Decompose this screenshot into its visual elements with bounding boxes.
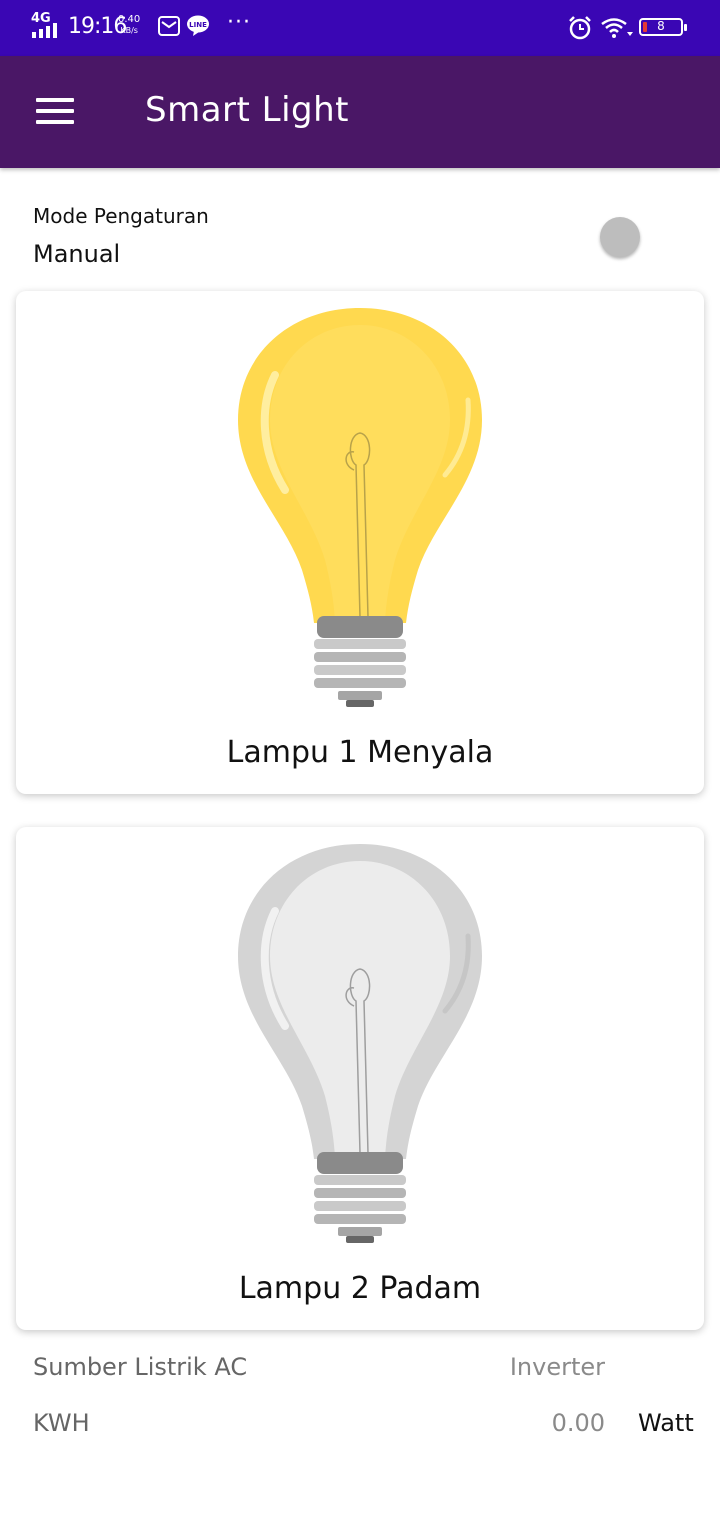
kwh-label: KWH — [33, 1409, 90, 1437]
wifi-icon — [601, 18, 633, 38]
battery-level: 8 — [657, 19, 665, 33]
lamp-1-card[interactable]: Lampu 1 Menyala — [16, 291, 704, 794]
mode-value: Manual — [33, 240, 121, 268]
svg-text:LINE: LINE — [189, 21, 207, 29]
lightbulb-on-icon — [238, 308, 482, 707]
message-icon — [158, 16, 180, 36]
svg-text:4G: 4G — [31, 11, 51, 26]
line-app-icon: LINE — [187, 15, 209, 36]
status-bar: 4G 19:16 0.40 KB/s LINE ··· 8 — [0, 0, 720, 56]
kwh-value: 0.00 — [551, 1409, 605, 1437]
alarm-icon — [569, 16, 591, 40]
app-title: Smart Light — [145, 90, 350, 130]
network-speed: 0.40 KB/s — [118, 14, 140, 36]
hamburger-menu-icon[interactable] — [36, 96, 76, 126]
power-source-value: Inverter — [509, 1353, 605, 1381]
kwh-unit: Watt — [638, 1409, 694, 1437]
signal-4g-icon: 4G — [31, 11, 57, 38]
lamp-2-card[interactable]: Lampu 2 Padam — [16, 827, 704, 1330]
app-bar: Smart Light — [0, 56, 720, 168]
power-source-label: Sumber Listrik AC — [33, 1353, 248, 1381]
more-notifications-icon: ··· — [227, 10, 251, 35]
network-speed-value: 0.40 — [118, 14, 141, 25]
lamp-2-status: Lampu 2 Padam — [238, 1271, 482, 1306]
network-speed-unit: KB/s — [120, 26, 138, 35]
mode-label: Mode Pengaturan — [33, 204, 209, 228]
lightbulb-off-icon — [238, 844, 482, 1243]
lamp-1-status: Lampu 1 Menyala — [226, 735, 494, 770]
mode-toggle[interactable] — [600, 217, 640, 257]
battery-icon: 8 — [639, 18, 687, 36]
